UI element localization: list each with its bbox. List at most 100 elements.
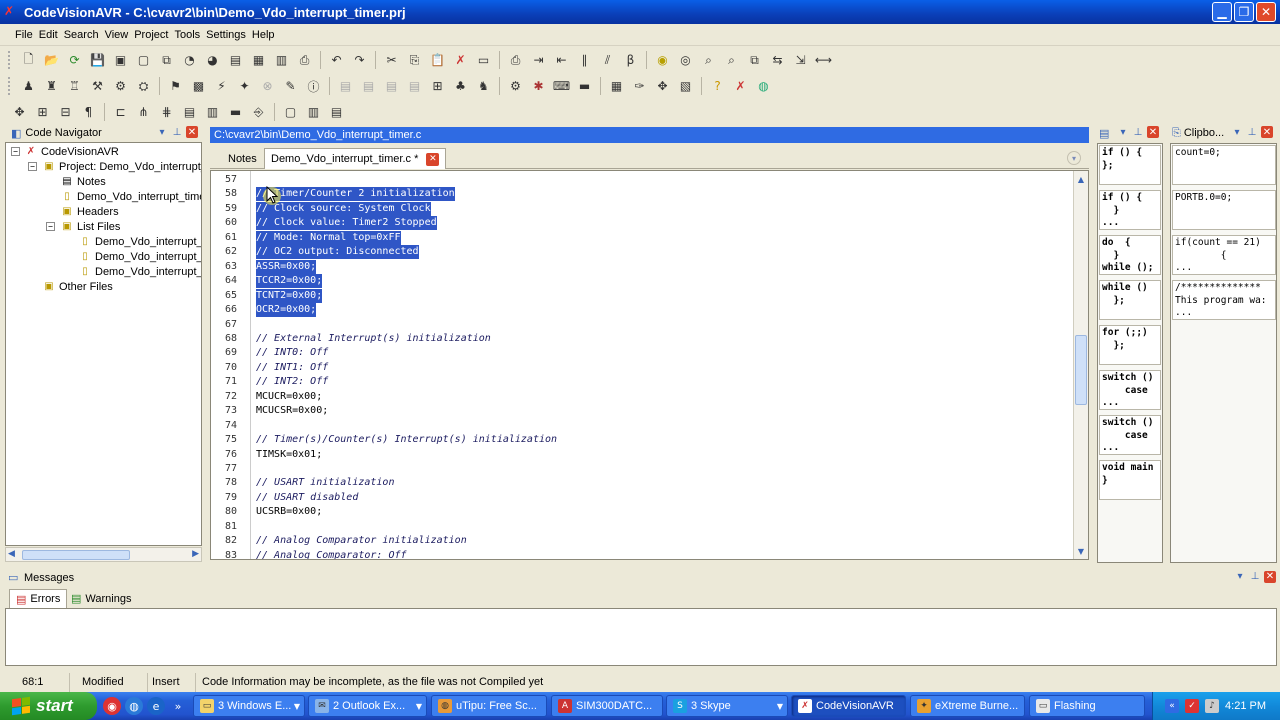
task-pdf-document[interactable]: A SIM300DATC...	[551, 695, 663, 717]
layout-2-icon[interactable]: ▥	[305, 103, 323, 121]
menu-project[interactable]: Project	[131, 29, 171, 41]
goto-line-icon[interactable]: ⇲	[792, 51, 810, 69]
tab-list-chevron-icon[interactable]: ▾	[1067, 151, 1081, 165]
graphic-icon[interactable]: ✑	[631, 77, 649, 95]
code-line[interactable]: 66 OCR2=0x00;	[211, 303, 1071, 318]
avr-studio-icon[interactable]: ♞	[475, 77, 493, 95]
pin-icon[interactable]: ⊥	[1132, 126, 1144, 138]
bookmarks-icon[interactable]: ▤	[227, 51, 245, 69]
code-line[interactable]: 61 // Mode: Normal top=0xFF	[211, 230, 1071, 245]
navigator-toggle-icon[interactable]: ⊏	[112, 103, 130, 121]
reload-icon[interactable]: ⟳	[66, 51, 84, 69]
template-item[interactable]: switch () case ...	[1099, 370, 1161, 410]
settings-gear-icon[interactable]: ⚙	[507, 77, 525, 95]
clipboard-toggle-icon[interactable]: ⋕	[158, 103, 176, 121]
code-line[interactable]: 74	[211, 419, 1071, 433]
menu-tools[interactable]: Tools	[171, 29, 203, 41]
menu-help[interactable]: Help	[249, 29, 278, 41]
format-icon[interactable]: β	[622, 51, 640, 69]
chip-icon[interactable]: ▩	[190, 77, 208, 95]
messages-toggle-icon[interactable]: ▤	[181, 103, 199, 121]
replace-icon[interactable]: ⇆	[769, 51, 787, 69]
close-icon[interactable]: ✕	[1261, 126, 1273, 138]
code-line[interactable]: 64 TCCR2=0x00;	[211, 274, 1071, 289]
project-config-icon[interactable]: ⚑	[167, 77, 185, 95]
save-all-icon[interactable]: ▣	[112, 51, 130, 69]
tree-item-source-file[interactable]: ▯ Demo_Vdo_interrupt_timer.	[60, 189, 201, 204]
align-left-icon[interactable]: ▤	[337, 77, 355, 95]
tree-item-list-files[interactable]: ▣ List Files	[60, 219, 120, 234]
code-line[interactable]: 71 // INT2: Off	[211, 375, 1071, 389]
codevision-app-icon[interactable]: ✗	[4, 4, 20, 20]
template-item[interactable]: switch () case ...	[1099, 415, 1161, 455]
find-icon[interactable]: ⌕	[700, 51, 718, 69]
scrollbar-thumb[interactable]	[22, 550, 130, 560]
unindent-icon[interactable]: ⇤	[553, 51, 571, 69]
indent-icon[interactable]: ⇥	[530, 51, 548, 69]
tree-collapse-toggle[interactable]: −	[28, 162, 37, 171]
tree-item-other-files[interactable]: ▣ Other Files	[42, 279, 113, 294]
help-icon[interactable]: ?	[709, 77, 727, 95]
start-button[interactable]: start	[0, 692, 97, 720]
calculator-icon[interactable]: ▧	[677, 77, 695, 95]
match-brace-icon[interactable]: ⟷	[815, 51, 833, 69]
close-tab-icon[interactable]: ✕	[426, 152, 440, 166]
compile-icon[interactable]: ♟	[20, 77, 38, 95]
tree-item-list-file-2[interactable]: ▯ Demo_Vdo_interrupt_ti	[78, 249, 201, 264]
chevron-down-icon[interactable]: ▾	[1117, 126, 1129, 138]
task-skype[interactable]: S 3 Skype ▼	[666, 695, 788, 717]
code-line[interactable]: 76 TIMSK=0x01;	[211, 448, 1071, 462]
pin-icon[interactable]: ⊥	[1246, 126, 1258, 138]
lcd-icon[interactable]: ▦	[608, 77, 626, 95]
scroll-right-icon[interactable]: ▶	[192, 549, 199, 559]
undo-icon[interactable]: ↶	[328, 51, 346, 69]
code-line[interactable]: 59 // Clock source: System Clock	[211, 201, 1071, 216]
copy-file-icon[interactable]: ⧉	[158, 51, 176, 69]
terminal-toggle-icon[interactable]: ⎆	[250, 103, 268, 121]
template-item[interactable]: if () { };	[1099, 145, 1161, 185]
antivirus-icon[interactable]: ✓	[1185, 699, 1200, 713]
code-line[interactable]: 82 // Analog Comparator initialization	[211, 534, 1071, 548]
code-line[interactable]: 77	[211, 462, 1071, 476]
templates-toggle-icon[interactable]: ⋔	[135, 103, 153, 121]
code-line[interactable]: 80 UCSRB=0x00;	[211, 505, 1071, 519]
project-open-icon[interactable]: ◔	[181, 51, 199, 69]
code-line[interactable]: 65 TCNT2=0x00;	[211, 288, 1071, 303]
make-icon[interactable]: ⚒	[89, 77, 107, 95]
code-line[interactable]: 58 // Timer/Counter 2 initialization	[211, 187, 1071, 202]
toolbar-grip[interactable]	[8, 51, 11, 69]
code-line[interactable]: 81	[211, 520, 1071, 534]
move-icon[interactable]: ✥	[11, 103, 29, 121]
code-line[interactable]: 68 // External Interrupt(s) initializatio…	[211, 332, 1071, 346]
info-icon[interactable]: ⓘ	[305, 77, 323, 95]
find-files-icon[interactable]: ⧉	[746, 51, 764, 69]
pin-icon[interactable]: ⊥	[171, 126, 183, 138]
comment-icon[interactable]: ∥	[576, 51, 594, 69]
program-icon[interactable]: ⚡	[213, 77, 231, 95]
scrollbar-thumb[interactable]	[1075, 335, 1087, 405]
menu-edit[interactable]: Edit	[36, 29, 61, 41]
code-line[interactable]: 69 // INT0: Off	[211, 346, 1071, 360]
restore-button[interactable]: ❐	[1234, 2, 1254, 22]
clipboard-item[interactable]: if(count == 21) { ...	[1172, 235, 1276, 275]
paste-icon[interactable]: 📋	[429, 51, 447, 69]
template-item[interactable]: while () };	[1099, 280, 1161, 320]
tree-collapse-icon[interactable]: ⊟	[57, 103, 75, 121]
code-line[interactable]: 63 ASSR=0x00;	[211, 259, 1071, 274]
menu-search[interactable]: Search	[61, 29, 102, 41]
clipboard-item[interactable]: PORTB.0=0;	[1172, 190, 1276, 230]
find-next-icon[interactable]: ⌕	[723, 51, 741, 69]
tree-expand-icon[interactable]: ⊞	[34, 103, 52, 121]
clipboard-item[interactable]: /************** This program wa: ...	[1172, 280, 1276, 320]
scroll-down-icon[interactable]: ▼	[1075, 545, 1087, 557]
stk-icon[interactable]: ▬	[576, 77, 594, 95]
build-icon[interactable]: ♜	[43, 77, 61, 95]
new-file-icon[interactable]: 🗋	[20, 51, 38, 69]
tree-item-codevisionavr[interactable]: ✗ CodeVisionAVR	[24, 144, 119, 159]
uncomment-icon[interactable]: ⫽	[599, 51, 617, 69]
tray-expand-icon[interactable]: «	[1165, 699, 1180, 713]
save-icon[interactable]: 💾	[89, 51, 107, 69]
tree-item-notes[interactable]: ▤ Notes	[60, 174, 105, 189]
web-globe-icon[interactable]: ◍	[755, 77, 773, 95]
code-line[interactable]: 60 // Clock value: Timer2 Stopped	[211, 216, 1071, 231]
